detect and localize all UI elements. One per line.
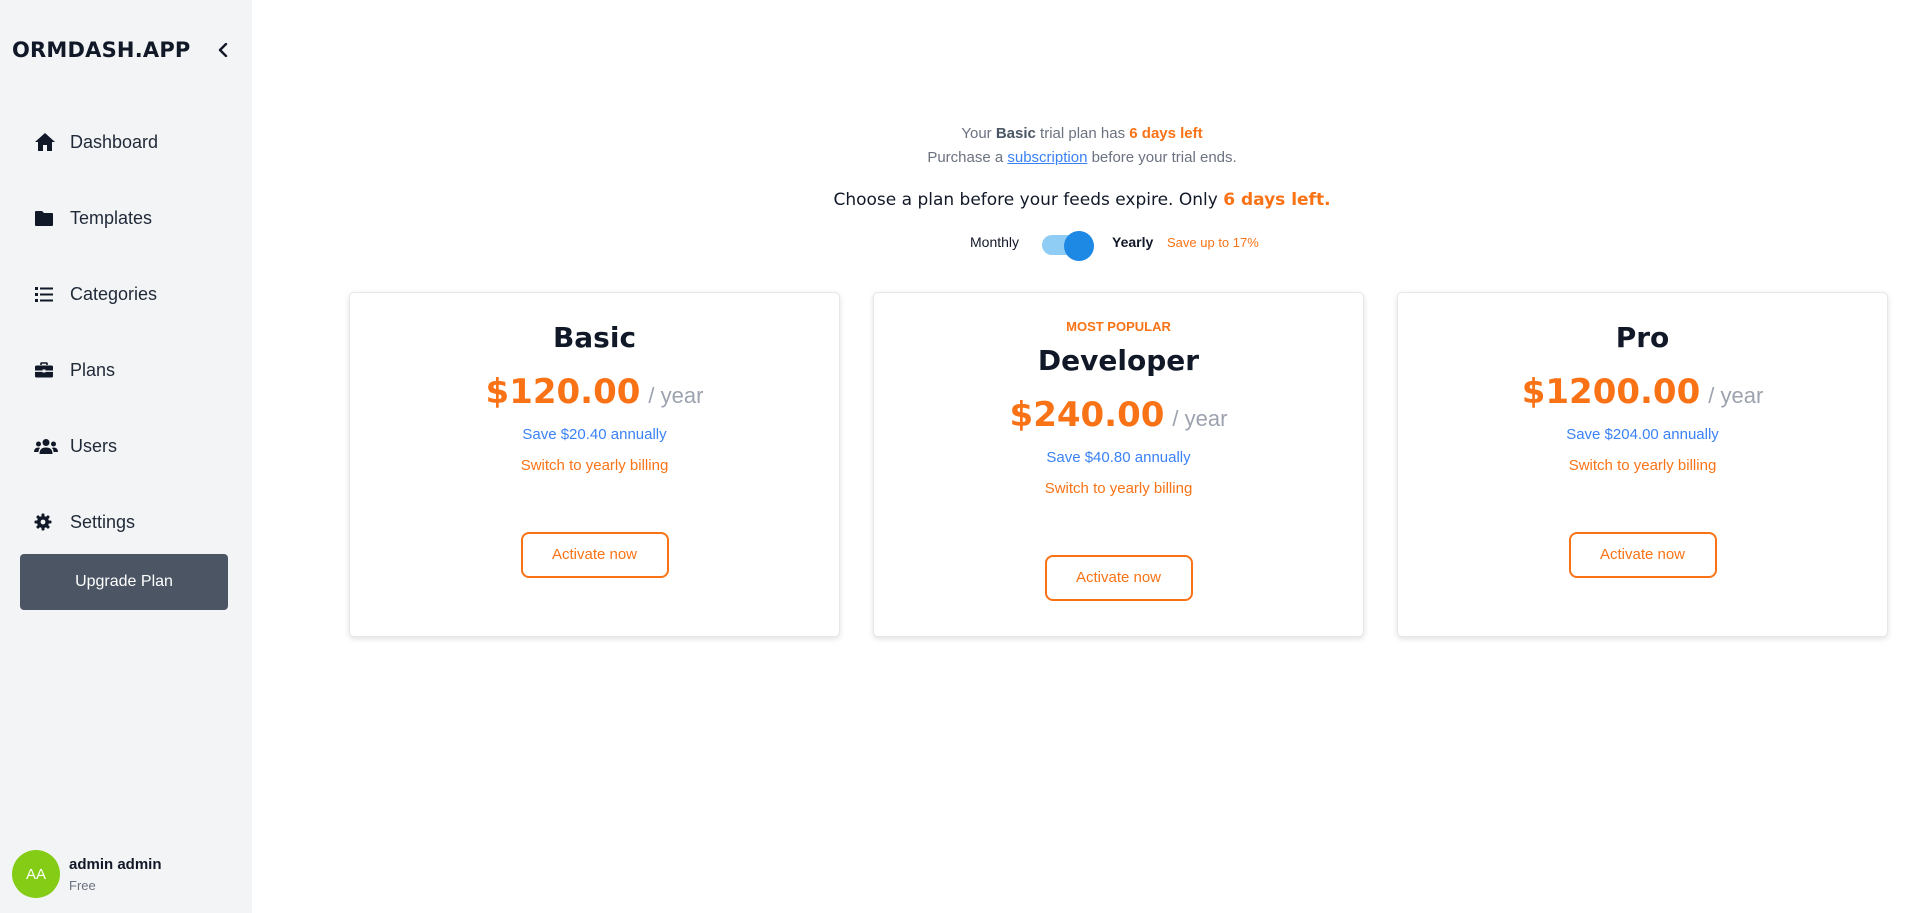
- user-info: admin admin Free: [69, 856, 162, 893]
- activate-button[interactable]: Activate now: [1044, 555, 1193, 601]
- most-popular-badge: MOST POPULAR: [1066, 319, 1171, 334]
- brand-logo[interactable]: ORMDASH.APP: [12, 38, 191, 62]
- gear-icon: [34, 511, 60, 533]
- trial-purchase-notice: Purchase a subscription before your tria…: [252, 149, 1912, 166]
- price-row: $240.00 / year: [874, 395, 1363, 435]
- chevron-left-icon[interactable]: [212, 39, 234, 61]
- choose-plan-text: Choose a plan before your feeds expire. …: [833, 190, 1224, 210]
- sidebar-item-label: Settings: [70, 511, 136, 532]
- sidebar-nav: Dashboard Templates Categories Plans Use…: [0, 104, 252, 560]
- plan-name: Developer: [1037, 344, 1200, 377]
- user-name: admin admin: [69, 855, 162, 873]
- trial-text: before your trial ends.: [1087, 149, 1237, 166]
- plan-price: $120.00: [485, 372, 641, 412]
- choose-plan-heading: Choose a plan before your feeds expire. …: [252, 190, 1912, 210]
- trial-text: Your: [961, 125, 996, 142]
- subscription-link[interactable]: subscription: [1007, 149, 1087, 166]
- sidebar-item-label: Plans: [70, 359, 116, 380]
- plan-savings: Save $204.00 annually: [1566, 426, 1719, 443]
- list-icon: [34, 283, 60, 305]
- yearly-option[interactable]: Yearly: [1112, 234, 1153, 250]
- monthly-option[interactable]: Monthly: [970, 234, 1019, 250]
- sidebar-item-settings[interactable]: Settings: [0, 484, 252, 560]
- plan-savings: Save $40.80 annually: [1046, 449, 1191, 466]
- sidebar-item-users[interactable]: Users: [0, 408, 252, 484]
- sidebar: ORMDASH.APP Dashboard Templates Categori…: [0, 0, 252, 913]
- switch-yearly-link[interactable]: Switch to yearly billing: [350, 457, 839, 474]
- sidebar-item-label: Users: [70, 435, 118, 456]
- brand-row: ORMDASH.APP: [12, 36, 234, 64]
- choose-plan-days: 6 days left.: [1223, 190, 1331, 210]
- user-plan: Free: [69, 877, 96, 893]
- billing-toggle-row: Monthly Yearly Save up to 17%: [0, 230, 1912, 261]
- briefcase-icon: [34, 359, 60, 381]
- sidebar-item-label: Templates: [70, 207, 153, 228]
- trial-notice: Your Basic trial plan has 6 days left: [252, 125, 1912, 142]
- plan-name: Basic: [552, 321, 637, 354]
- switch-yearly-link[interactable]: Switch to yearly billing: [874, 480, 1363, 497]
- sidebar-item-categories[interactable]: Categories: [0, 256, 252, 332]
- users-icon: [34, 435, 60, 457]
- plan-card-developer: MOST POPULAR Developer $240.00 / year Sa…: [873, 292, 1364, 637]
- trial-days-left: 6 days left: [1129, 125, 1203, 142]
- activate-button[interactable]: Activate now: [1568, 532, 1717, 578]
- sidebar-item-plans[interactable]: Plans: [0, 332, 252, 408]
- price-row: $1200.00 / year: [1398, 372, 1887, 412]
- trial-text: Purchase a: [927, 149, 1008, 166]
- trial-plan-name: Basic: [995, 125, 1036, 142]
- plan-period: / year: [648, 383, 704, 408]
- plan-savings: Save $20.40 annually: [522, 426, 667, 443]
- yearly-savings-note: Save up to 17%: [1167, 235, 1259, 250]
- plan-period: / year: [1172, 406, 1228, 431]
- plan-card-basic: Basic $120.00 / year Save $20.40 annuall…: [349, 292, 840, 637]
- sidebar-item-label: Dashboard: [70, 131, 159, 152]
- switch-yearly-link[interactable]: Switch to yearly billing: [1398, 457, 1887, 474]
- avatar: AA: [12, 850, 60, 898]
- activate-button[interactable]: Activate now: [520, 532, 669, 578]
- home-icon: [34, 131, 60, 153]
- sidebar-item-label: Categories: [70, 283, 158, 304]
- toggle-knob[interactable]: [1064, 231, 1094, 261]
- plan-card-pro: Pro $1200.00 / year Save $204.00 annuall…: [1397, 292, 1888, 637]
- folder-icon: [34, 207, 60, 229]
- plan-price: $240.00: [1009, 395, 1165, 435]
- price-row: $120.00 / year: [350, 372, 839, 412]
- plan-price: $1200.00: [1521, 372, 1701, 412]
- billing-toggle-switch[interactable]: [1042, 231, 1094, 261]
- plan-period: / year: [1708, 383, 1764, 408]
- trial-text: trial plan has: [1035, 125, 1130, 142]
- user-profile[interactable]: AA admin admin Free: [12, 850, 162, 898]
- plan-name: Pro: [1615, 321, 1670, 354]
- upgrade-plan-button[interactable]: Upgrade Plan: [20, 554, 228, 610]
- sidebar-item-dashboard[interactable]: Dashboard: [0, 104, 252, 180]
